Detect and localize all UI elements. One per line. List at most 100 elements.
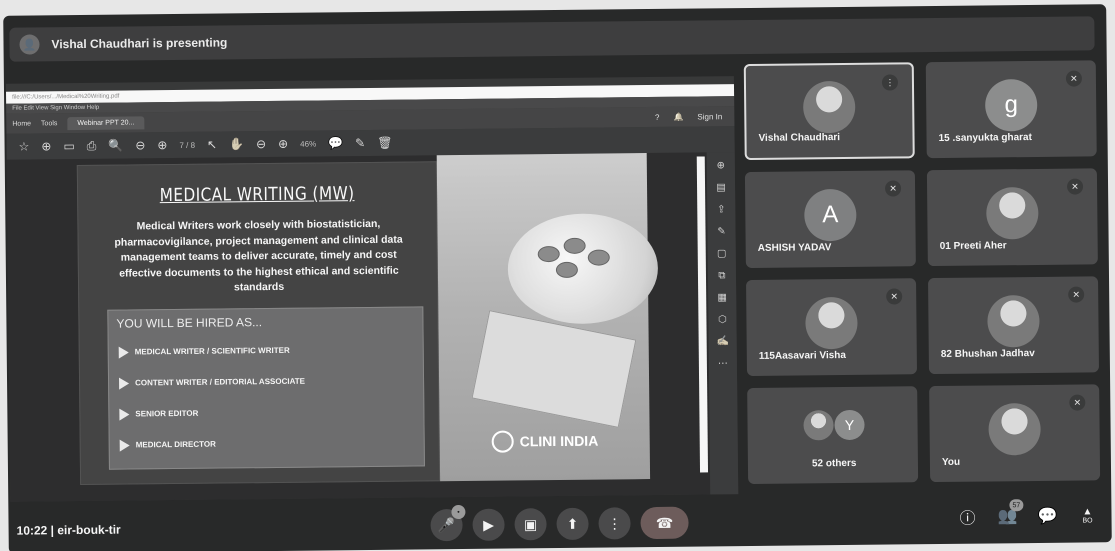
participant-tile[interactable]: g ✕ 15 .sanyukta gharat [925, 60, 1097, 159]
zoom-out-icon: ⊖ [255, 137, 267, 152]
roles-list: MEDICAL WRITER / SCIENTIFIC WRITER CONTE… [109, 333, 424, 460]
mic-icon: 🎤 [437, 516, 456, 533]
export-icon: ⇪ [717, 204, 726, 216]
people-count-badge: 57 [1009, 499, 1024, 512]
mic-off-icon: ✕ [1068, 286, 1085, 303]
presenting-banner: 👤 Vishal Chaudhari is presenting [9, 16, 1095, 62]
side-controls: ⓘ 👥 57 💬 ▲ BO [956, 499, 1098, 528]
zoom-in-icon: ⊕ [278, 136, 289, 151]
next-page-icon: ⊕ [157, 138, 168, 153]
list-item: MEDICAL DIRECTOR [119, 426, 424, 460]
avatar: g [984, 79, 1038, 132]
leave-call-button[interactable]: ☎ [640, 506, 689, 540]
camera-button[interactable]: ▶ [472, 508, 505, 541]
chat-icon: 💬 [1037, 507, 1058, 525]
participant-tile[interactable]: A ✕ ASHISH YADAV [744, 170, 916, 269]
tab-tools: Tools [40, 119, 58, 127]
print-icon: ⎙ [86, 138, 97, 153]
participant-tile[interactable]: ✕ 82 Bhushan Jadhav [928, 276, 1100, 375]
tab-document: Webinar PPT 20... [67, 115, 145, 130]
more-vert-icon: ⋮ [607, 514, 622, 531]
pill-bowl-image [507, 212, 659, 325]
avatar [805, 297, 858, 350]
search-icon: 🔍 [108, 138, 124, 153]
phone-hangup-icon: ☎ [655, 514, 674, 531]
bell-icon: 🔔 [673, 112, 684, 122]
brand-logo: CLINI INDIA [491, 430, 599, 453]
list-item: MEDICAL WRITER / SCIENTIFIC WRITER [118, 333, 423, 367]
mic-level-badge: • [451, 504, 466, 520]
mic-off-icon: ✕ [884, 180, 902, 197]
avatar: Y [834, 410, 865, 441]
mic-off-icon: ✕ [1066, 178, 1084, 195]
avatar [803, 410, 835, 441]
meet-window: 👤 Vishal Chaudhari is presenting file://… [3, 4, 1112, 551]
delete-icon: 🗑 [377, 135, 393, 150]
activities-button[interactable]: ▲ BO [1076, 504, 1098, 526]
slide-body: Medical Writers work closely with biosta… [114, 217, 403, 294]
participant-tile[interactable]: ✕ 01 Preeti Aher [926, 168, 1098, 267]
hired-box: YOU WILL BE HIRED AS... MEDICAL WRITER /… [107, 306, 425, 470]
meeting-info: 10:22 | eir-bouk-tir [16, 522, 121, 538]
participant-grid: ⋮ Vishal Chaudhari g ✕ 15 .sanyukta ghar… [743, 60, 1104, 494]
info-icon: ⓘ [959, 510, 976, 528]
comment-icon: 💬 [328, 136, 344, 151]
page-indicator: 7 / 8 [179, 140, 196, 150]
fill-sign-icon: ✍ [716, 336, 729, 348]
brand-text: CLINI INDIA [519, 432, 599, 450]
chat-button[interactable]: 💬 [1036, 505, 1058, 527]
combine-icon: ⧉ [718, 270, 726, 282]
pages-icon: ▤ [716, 182, 726, 194]
chevron-right-icon [118, 345, 129, 359]
more-tools-icon: ⋯ [717, 358, 728, 370]
present-button[interactable]: ⬆ [556, 507, 589, 541]
cursor-icon: ↖ [206, 137, 218, 152]
zoom-level: 46% [300, 139, 317, 149]
slide-title: MEDICAL WRITING (MW) [159, 183, 355, 207]
shared-screen: file:///C:/Users/.../Medical%20Writing.p… [5, 76, 739, 502]
mic-off-icon: ✕ [886, 288, 903, 305]
protect-icon: ⬡ [718, 314, 727, 326]
captions-icon: ▣ [523, 515, 538, 532]
save-icon: ▭ [63, 139, 75, 154]
avatar [987, 295, 1040, 348]
sign-in-link: Sign In [697, 111, 723, 122]
comment-icon: ▢ [716, 248, 727, 260]
participant-tile-self[interactable]: ✕ You [929, 384, 1101, 483]
hand-icon: ✋ [228, 137, 245, 152]
edit-icon: ✎ [717, 226, 726, 238]
mic-off-icon: ✕ [1069, 394, 1086, 411]
slide-image-panel: CLINI INDIA [436, 153, 659, 482]
prev-page-icon: ⊖ [135, 138, 146, 153]
chevron-right-icon [119, 407, 130, 421]
shapes-icon: ▲ [1082, 506, 1093, 518]
mic-off-icon: ✕ [1065, 70, 1083, 87]
presenter-avatar-icon: 👤 [19, 34, 40, 55]
avatar [986, 187, 1039, 240]
participant-tile-others[interactable]: Y 52 others [747, 386, 919, 485]
participant-tile[interactable]: ⋮ Vishal Chaudhari [743, 62, 915, 161]
captions-button[interactable]: ▣ [514, 508, 547, 541]
list-item: CONTENT WRITER / EDITORIAL ASSOCIATE [119, 364, 423, 398]
mic-button[interactable]: 🎤 • [430, 504, 466, 542]
call-controls: 🎤 • ▶ ▣ ⬆ ⋮ ☎ [430, 504, 689, 542]
share-icon: ⊕ [41, 139, 52, 154]
help-icon: ? [654, 112, 660, 122]
chevron-right-icon [119, 438, 130, 452]
star-icon: ☆ [18, 139, 30, 154]
list-item: SENIOR EDITOR [119, 395, 423, 429]
avatar: A [804, 189, 857, 242]
tab-home: Home [12, 120, 32, 128]
meeting-details-button[interactable]: ⓘ [956, 506, 978, 528]
avatar [802, 81, 856, 134]
people-button[interactable]: 👥 57 [996, 499, 1024, 527]
presenting-text: Vishal Chaudhari is presenting [51, 35, 228, 52]
camera-icon: ▶ [483, 516, 495, 533]
document-area: MEDICAL WRITING (MW) Medical Writers wor… [6, 152, 711, 502]
more-options-button[interactable]: ⋮ [598, 507, 631, 540]
slide-text-panel: MEDICAL WRITING (MW) Medical Writers wor… [76, 161, 441, 486]
organize-icon: ▦ [717, 292, 727, 304]
prescription-paper-image [471, 310, 637, 428]
hired-heading: YOU WILL BE HIRED AS... [116, 315, 263, 331]
participant-tile[interactable]: ✕ 115Aasavari Visha [746, 278, 918, 377]
